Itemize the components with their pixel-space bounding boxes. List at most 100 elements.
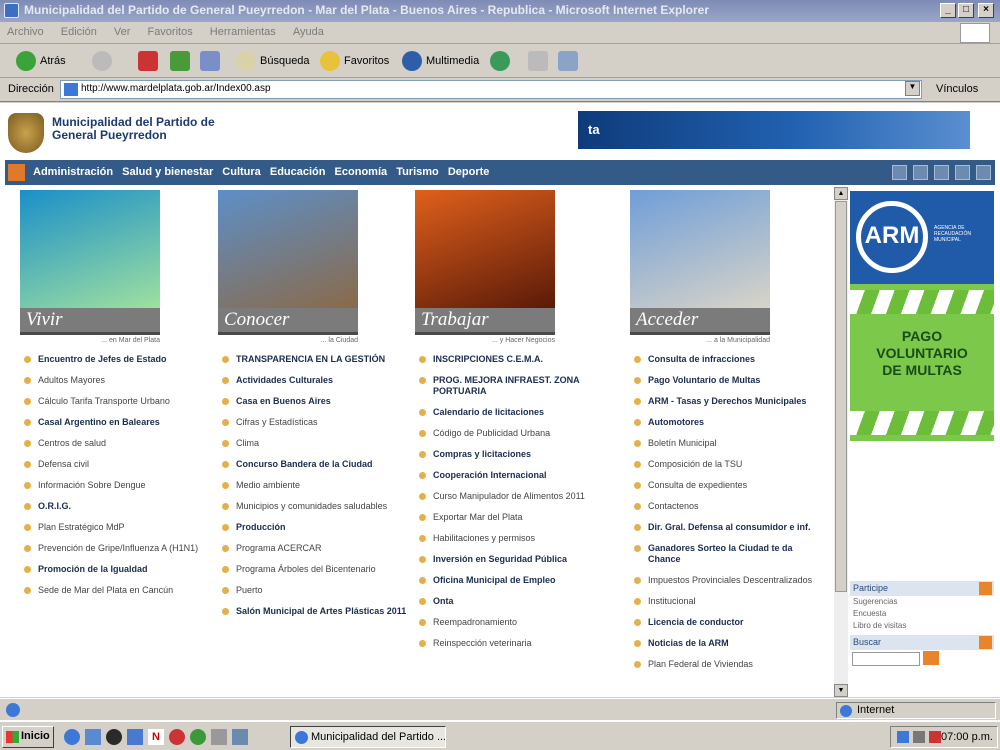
acceder-photo[interactable] [630, 190, 770, 308]
list-item[interactable]: Calendario de licitaciones [415, 407, 607, 418]
stop-button[interactable] [138, 50, 158, 72]
list-item[interactable]: Promoción de la Igualdad [20, 564, 212, 575]
list-item[interactable]: Cálculo Tarifa Transporte Urbano [20, 396, 212, 407]
scroll-down-button[interactable]: ▼ [834, 684, 848, 697]
menu-herramientas[interactable]: Herramientas [203, 22, 283, 42]
app-icon[interactable] [232, 729, 248, 745]
list-item[interactable]: Producción [218, 522, 410, 533]
start-button[interactable]: Inicio [2, 726, 54, 748]
list-item[interactable]: Reinspección veterinaria [415, 638, 607, 649]
list-item[interactable]: TRANSPARENCIA EN LA GESTIÓN [218, 354, 410, 365]
list-item[interactable]: O.R.I.G. [20, 501, 212, 512]
links-button[interactable]: Vínculos [936, 83, 978, 95]
list-item[interactable]: Sede de Mar del Plata en Cancún [20, 585, 212, 596]
app-icon[interactable] [190, 729, 206, 745]
refresh-button[interactable] [170, 50, 190, 72]
nav-home-icon[interactable] [8, 164, 25, 181]
list-item[interactable]: Onta [415, 596, 607, 607]
menu-ayuda[interactable]: Ayuda [286, 22, 331, 42]
list-item[interactable]: Casa en Buenos Aires [218, 396, 410, 407]
list-item[interactable]: Dir. Gral. Defensa al consumidor e inf. [630, 522, 822, 533]
speaker-icon[interactable] [892, 165, 907, 180]
scroll-up-button[interactable]: ▲ [834, 187, 848, 200]
conocer-label[interactable]: Conocer [218, 308, 358, 335]
close-button[interactable]: × [978, 3, 994, 18]
list-item[interactable]: Programa Árboles del Bicentenario [218, 564, 410, 575]
list-item[interactable]: Municipios y comunidades saludables [218, 501, 410, 512]
nav-deporte[interactable]: Deporte [448, 166, 490, 178]
list-item[interactable]: Plan Federal de Viviendas [630, 659, 822, 670]
list-item[interactable]: Centros de salud [20, 438, 212, 449]
list-item[interactable]: Licencia de conductor [630, 617, 822, 628]
arm-ad[interactable]: ARM AGENCIA DE RECAUDACIÓN MUNICIPAL [850, 191, 994, 284]
network-icon[interactable] [897, 731, 909, 743]
list-item[interactable]: Reempadronamiento [415, 617, 607, 628]
list-item[interactable]: Inversión en Seguridad Pública [415, 554, 607, 565]
forward-button[interactable] [92, 50, 112, 72]
app-icon[interactable] [169, 729, 185, 745]
acceder-label[interactable]: Acceder [630, 308, 770, 335]
list-item[interactable]: Curso Manipulador de Alimentos 2011 [415, 491, 607, 502]
list-item[interactable]: Ganadores Sorteo la Ciudad te da Chance [630, 543, 822, 565]
list-item[interactable]: Consulta de expedientes [630, 480, 822, 491]
media-icon[interactable] [106, 729, 122, 745]
print-button[interactable] [558, 50, 578, 72]
scroll-thumb[interactable] [835, 201, 847, 592]
address-dropdown-button[interactable]: ▼ [905, 81, 920, 96]
pago-multas-ad[interactable]: PAGO VOLUNTARIO DE MULTAS [850, 284, 994, 441]
link-libro-visitas[interactable]: Libro de visitas [850, 620, 994, 632]
ie-icon[interactable] [64, 729, 80, 745]
search-input[interactable] [852, 652, 920, 666]
nav-administracion[interactable]: Administración [33, 166, 113, 178]
link-sugerencias[interactable]: Sugerencias [850, 596, 994, 608]
sitemap-icon[interactable] [934, 165, 949, 180]
back-button[interactable]: Atrás [16, 50, 66, 72]
list-item[interactable]: ARM - Tasas y Derechos Municipales [630, 396, 822, 407]
list-item[interactable]: Defensa civil [20, 459, 212, 470]
list-item[interactable]: Medio ambiente [218, 480, 410, 491]
list-item[interactable]: Clima [218, 438, 410, 449]
list-item[interactable]: Actividades Culturales [218, 375, 410, 386]
list-item[interactable]: Compras y licitaciones [415, 449, 607, 460]
trabajar-label[interactable]: Trabajar [415, 308, 555, 335]
list-item[interactable]: Puerto [218, 585, 410, 596]
list-item[interactable]: Boletín Municipal [630, 438, 822, 449]
list-item[interactable]: Cooperación Internacional [415, 470, 607, 481]
list-item[interactable]: PROG. MEJORA INFRAEST. ZONA PORTUARIA [415, 375, 607, 397]
media-button[interactable]: Multimedia [402, 50, 479, 72]
search-go-button[interactable] [923, 651, 940, 665]
vivir-label[interactable]: Vivir [20, 308, 160, 335]
header-banner[interactable]: ta [578, 111, 970, 149]
list-item[interactable]: Oficina Municipal de Empleo [415, 575, 607, 586]
list-item[interactable]: Casal Argentino en Baleares [20, 417, 212, 428]
list-item[interactable]: Consulta de infracciones [630, 354, 822, 365]
list-item[interactable]: Exportar Mar del Plata [415, 512, 607, 523]
list-item[interactable]: Información Sobre Dengue [20, 480, 212, 491]
address-input[interactable]: http://www.mardelplata.gob.ar/Index00.as… [60, 80, 922, 99]
list-item[interactable]: Prevención de Gripe/Influenza A (H1N1) [20, 543, 212, 554]
list-item[interactable]: Pago Voluntario de Multas [630, 375, 822, 386]
mail-icon[interactable] [127, 729, 143, 745]
nav-economia[interactable]: Economía [335, 166, 388, 178]
search-button[interactable]: Búsqueda [236, 50, 310, 72]
link-encuesta[interactable]: Encuesta [850, 608, 994, 620]
mail-icon[interactable] [955, 165, 970, 180]
menu-edicion[interactable]: Edición [54, 22, 104, 42]
list-item[interactable]: Adultos Mayores [20, 375, 212, 386]
menu-ver[interactable]: Ver [107, 22, 138, 42]
maximize-button[interactable]: □ [958, 3, 974, 18]
list-item[interactable]: Habilitaciones y permisos [415, 533, 607, 544]
mail-button[interactable] [528, 50, 548, 72]
vivir-photo[interactable] [20, 190, 160, 308]
list-item[interactable]: Contactenos [630, 501, 822, 512]
app-n-icon[interactable]: N [148, 729, 164, 745]
list-item[interactable]: Encuentro de Jefes de Estado [20, 354, 212, 365]
history-button[interactable] [490, 50, 510, 72]
print-icon[interactable] [976, 165, 991, 180]
list-item[interactable]: Salón Municipal de Artes Plásticas 2011 [218, 606, 410, 617]
nav-turismo[interactable]: Turismo [396, 166, 439, 178]
list-item[interactable]: Automotores [630, 417, 822, 428]
list-item[interactable]: Impuestos Provinciales Descentralizados [630, 575, 822, 586]
window-title-bar[interactable]: Municipalidad del Partido de General Pue… [0, 0, 1000, 22]
volume-icon[interactable] [913, 731, 925, 743]
